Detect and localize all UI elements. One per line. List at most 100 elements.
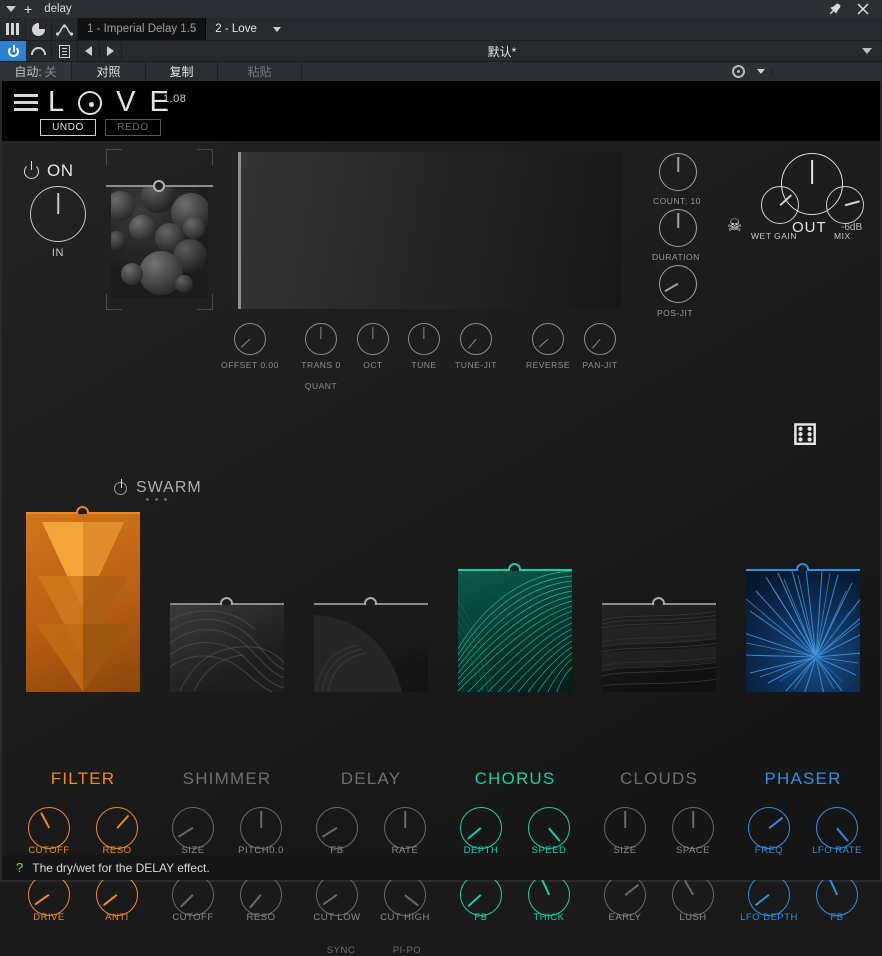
filter-anti-knob[interactable] (96, 874, 138, 916)
delay-cut-low-knob[interactable] (316, 874, 358, 916)
dice-icon[interactable]: ⚅ (792, 421, 818, 451)
delay-sync-button[interactable]: SYNC (321, 945, 361, 956)
phaser-fb-knob[interactable] (816, 874, 858, 916)
document-icon[interactable] (52, 41, 78, 61)
pan-jit-knob[interactable] (584, 323, 616, 355)
clouds-lush-knob[interactable] (672, 874, 714, 916)
close-icon[interactable] (856, 2, 870, 16)
oct-knob[interactable] (357, 323, 389, 355)
duration-knob[interactable] (659, 209, 697, 247)
trans-knob[interactable] (305, 323, 337, 355)
chorus-fb-knob[interactable] (460, 874, 502, 916)
caret-down-icon[interactable] (6, 6, 16, 12)
duration-label: DURATION (652, 252, 700, 262)
module-title-delay[interactable]: DELAY (304, 769, 438, 789)
shimmer-pitch-knob[interactable] (240, 807, 282, 849)
delay-cut-high-knob[interactable] (384, 874, 426, 916)
circle-dot-icon (78, 91, 103, 115)
mix-knob[interactable] (826, 186, 864, 224)
pin-icon[interactable] (828, 2, 842, 16)
preset-prev-button[interactable] (78, 41, 100, 61)
shimmer-reso-label: RESO (246, 912, 276, 923)
clouds-early-knob[interactable] (604, 874, 646, 916)
filter-cutoff-knob[interactable] (28, 807, 70, 849)
wet-gain-label: WET GAIN (751, 231, 797, 241)
phaser-lfo-rate-knob[interactable] (816, 807, 858, 849)
offset-knob[interactable] (234, 323, 266, 355)
undo-button[interactable]: UNDO (40, 119, 96, 136)
power-icon (24, 160, 39, 179)
automation-toggle[interactable]: 自动: 关 (0, 62, 72, 81)
skull-icon[interactable]: ☠ (727, 217, 742, 234)
filter-drive-label: DRIVE (33, 912, 65, 923)
pos-jit-knob[interactable] (659, 265, 697, 303)
automation-icon[interactable] (52, 18, 78, 40)
in-gain-knob[interactable] (30, 186, 86, 242)
status-bar: ? The dry/wet for the DELAY effect. (2, 855, 880, 880)
chorus-depth-knob[interactable] (460, 807, 502, 849)
automation-label: 自动: (14, 65, 42, 79)
arc-icon[interactable] (26, 41, 52, 61)
swarm-mix-slider-thumb[interactable] (153, 180, 165, 192)
shimmer-reso-knob[interactable] (240, 874, 282, 916)
shimmer-waves-thumbnail[interactable] (170, 605, 284, 692)
chorus-lines-thumbnail[interactable] (458, 571, 572, 692)
engine-on-toggle[interactable]: ON (24, 160, 74, 181)
delay-rate-knob[interactable] (384, 807, 426, 849)
shimmer-size-knob[interactable] (172, 807, 214, 849)
spheres-thumbnail[interactable] (111, 187, 208, 298)
delay-pipo-button[interactable]: PI-PO (387, 945, 427, 956)
mixer-bars-icon[interactable] (0, 18, 26, 40)
module-title-filter[interactable]: FILTER (16, 769, 150, 789)
copy-button[interactable]: 复制 (146, 62, 218, 81)
swarm-page-dots[interactable] (146, 498, 167, 501)
hamburger-icon[interactable] (14, 94, 38, 111)
phaser-lfo-depth-knob[interactable] (748, 874, 790, 916)
plus-icon[interactable]: + (24, 2, 32, 16)
preset-next-button[interactable] (100, 41, 122, 61)
filter-anti-label: ANTI (105, 912, 129, 923)
delay-sweep-thumbnail[interactable] (314, 605, 428, 692)
chorus-thick-knob[interactable] (528, 874, 570, 916)
tune-jit-knob[interactable] (460, 323, 492, 355)
shimmer-cutoff-knob[interactable] (172, 874, 214, 916)
filter-reso-knob[interactable] (96, 807, 138, 849)
module-title-shimmer[interactable]: SHIMMER (160, 769, 294, 789)
count-knob[interactable] (659, 153, 697, 191)
pie-icon[interactable] (26, 18, 52, 40)
plugin-logo: L V E (14, 87, 169, 117)
caret-down-icon[interactable] (862, 48, 872, 54)
module-title-clouds[interactable]: CLOUDS (592, 769, 726, 789)
phaser-burst-thumbnail[interactable] (746, 571, 860, 692)
filter-arrows-thumbnail[interactable] (26, 514, 140, 692)
host-preset-selector[interactable]: 默认* (122, 41, 882, 61)
chorus-speed-knob[interactable] (528, 807, 570, 849)
clouds-space-knob[interactable] (672, 807, 714, 849)
module-title-chorus[interactable]: CHORUS (448, 769, 582, 789)
clouds-dunes-thumbnail[interactable] (602, 605, 716, 692)
delay-fb-knob[interactable] (316, 807, 358, 849)
swarm-toggle[interactable]: SWARM (114, 478, 202, 497)
gear-icon[interactable] (726, 65, 750, 78)
phaser-freq-knob[interactable] (748, 807, 790, 849)
filter-drive-knob[interactable] (28, 874, 70, 916)
host-plugin-slot-2[interactable]: 2 - Love (206, 18, 290, 40)
logo-letter-l: L (48, 86, 65, 118)
count-label: COUNT: 10 (653, 196, 701, 206)
redo-button[interactable]: REDO (105, 119, 161, 136)
module-title-phaser[interactable]: PHASER (736, 769, 870, 789)
caret-down-icon[interactable] (750, 69, 772, 74)
host-plugin-slot-1[interactable]: 1 - Imperial Delay 1.5 (78, 18, 207, 40)
mix-label: MIX (834, 231, 851, 241)
wet-gain-knob[interactable] (761, 186, 799, 224)
tune-knob[interactable] (408, 323, 440, 355)
engine-on-label: ON (47, 161, 74, 180)
grain-display[interactable] (238, 152, 621, 309)
quant-label[interactable]: QUANT (289, 381, 353, 391)
caret-down-icon[interactable] (272, 26, 281, 32)
plugin-power-button[interactable] (0, 41, 26, 61)
paste-button[interactable]: 粘贴 (218, 62, 302, 81)
clouds-size-knob[interactable] (604, 807, 646, 849)
compare-button[interactable]: 对照 (72, 62, 146, 81)
reverse-knob[interactable] (532, 323, 564, 355)
